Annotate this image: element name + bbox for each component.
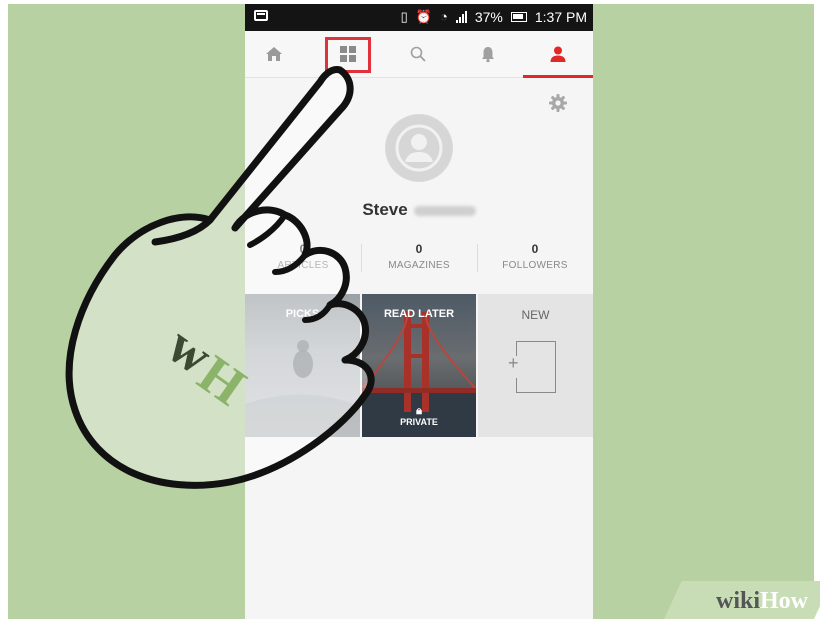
bell-icon <box>482 47 494 63</box>
notification-icon <box>254 10 268 21</box>
status-bar: ▯ ⏰ ◔ 37% 1:37 PM <box>245 4 593 31</box>
tab-notifications[interactable] <box>459 31 517 77</box>
private-badge: 🔒︎ PRIVATE <box>362 405 476 427</box>
magazine-tile-new[interactable]: NEW + <box>478 294 593 437</box>
grid-tab-highlight <box>325 37 371 73</box>
profile-stats: 0 ARTICLES 0 MAGAZINES 0 FOLLOWERS <box>245 242 593 278</box>
new-magazine-icon <box>516 341 556 393</box>
magazine-tile-picks[interactable]: PICKS <box>245 294 360 437</box>
profile-name: Steve <box>245 200 593 220</box>
stat-label: MAGAZINES <box>388 260 450 271</box>
wikihow-watermark: wikiHow <box>664 579 820 619</box>
stat-value: 0 <box>415 242 423 256</box>
tab-bar <box>245 31 593 78</box>
tab-search[interactable] <box>389 31 447 77</box>
phone-screen: ▯ ⏰ ◔ 37% 1:37 PM Steve 0 ARTICLES 0 MAG… <box>245 4 593 619</box>
stat-followers[interactable]: 0 FOLLOWERS <box>477 242 593 271</box>
home-icon <box>266 47 282 61</box>
plus-icon: + <box>508 353 519 373</box>
tab-home[interactable] <box>245 31 303 77</box>
clock: 1:37 PM <box>534 9 587 25</box>
profile-first-name: Steve <box>362 200 408 219</box>
redacted-last-name <box>413 205 476 216</box>
wifi-icon: ◔ <box>439 9 448 24</box>
magazine-title: NEW <box>521 308 550 322</box>
stat-label: ARTICLES <box>277 260 329 271</box>
battery-icon <box>510 12 527 22</box>
stat-value: 0 <box>299 242 307 256</box>
settings-button[interactable] <box>548 93 568 118</box>
stat-articles[interactable]: 0 ARTICLES <box>245 242 361 271</box>
stat-magazines[interactable]: 0 MAGAZINES <box>361 242 477 271</box>
watermark-text: wikiHow <box>715 588 808 614</box>
gear-icon <box>549 94 567 112</box>
profile-icon <box>550 46 566 62</box>
private-label: PRIVATE <box>400 417 438 427</box>
magazine-tiles: PICKS READ LATER 🔒︎ PRIVATE NEW + <box>245 294 593 437</box>
magazine-title: PICKS <box>285 308 320 320</box>
stat-value: 0 <box>531 242 539 256</box>
avatar-placeholder-icon <box>386 115 452 181</box>
battery-percent: 37% <box>474 9 503 25</box>
avatar[interactable] <box>385 114 453 182</box>
lock-icon: 🔒︎ <box>416 405 422 417</box>
signal-icon <box>455 11 467 23</box>
tab-profile[interactable] <box>523 31 593 78</box>
magazine-tile-read-later[interactable]: READ LATER 🔒︎ PRIVATE <box>362 294 476 437</box>
search-icon <box>410 46 426 62</box>
stat-label: FOLLOWERS <box>502 260 568 271</box>
magazine-title: READ LATER <box>383 308 455 320</box>
vibrate-icon: ▯ <box>400 9 408 24</box>
alarm-icon: ⏰ <box>415 9 432 24</box>
